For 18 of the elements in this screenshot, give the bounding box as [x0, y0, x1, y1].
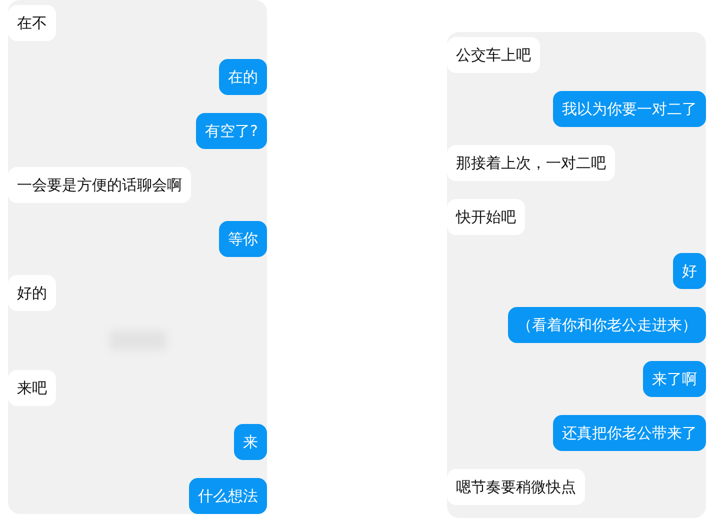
- received-message: 快开始吧: [447, 199, 525, 235]
- sent-message: 来了啊: [643, 361, 706, 397]
- sent-message: 我以为你要一对二了: [553, 91, 706, 127]
- sent-message: 好: [673, 253, 706, 289]
- sent-message: 等你: [219, 221, 267, 257]
- sent-message: 有空了?: [196, 113, 267, 149]
- sent-message: 在的: [219, 59, 267, 95]
- received-message: 那接着上次，一对二吧: [447, 145, 615, 181]
- sent-message: 什么想法: [189, 478, 267, 514]
- received-message: 嗯节奏要稍微快点: [447, 469, 585, 505]
- sent-message: 还真把你老公带来了: [553, 415, 706, 451]
- received-message: 公交车上吧: [447, 37, 540, 73]
- received-message: 来吧: [8, 370, 56, 406]
- received-message: 一会要是方便的话聊会啊: [8, 167, 191, 203]
- sent-message: （看着你和你老公走进来）: [508, 307, 706, 343]
- received-message: 好的: [8, 275, 56, 311]
- sent-message: 来: [234, 424, 267, 460]
- received-message: 在不: [8, 5, 56, 41]
